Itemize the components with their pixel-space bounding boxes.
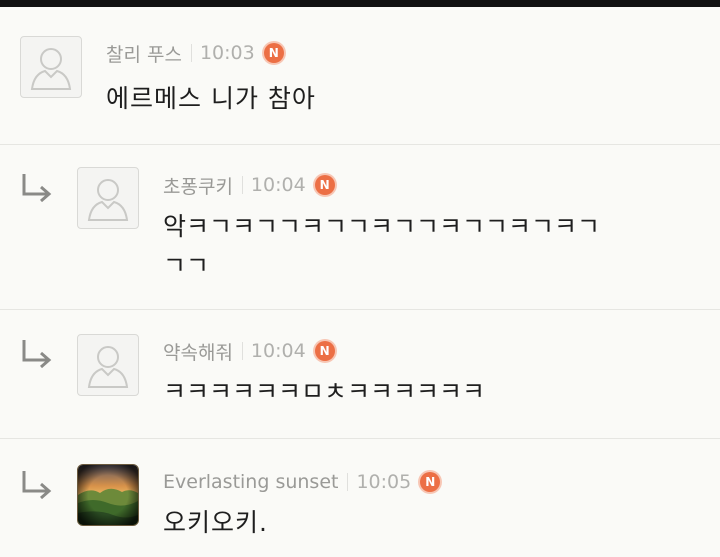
- reply-item: 초퐁쿠키 10:04 N 악ㅋㄱㅋㄱㄱㅋㄱㄱㅋㄱㄱㅋㄱㄱㅋㄱㅋㄱ ㄱㄱ: [0, 145, 720, 309]
- comment-time: 10:04: [250, 340, 306, 362]
- meta-divider: [347, 473, 349, 491]
- new-badge: N: [263, 43, 284, 63]
- comment-meta: 찰리 푸스 10:03 N: [106, 39, 284, 67]
- top-edge-bar: [0, 0, 720, 7]
- meta-divider: [241, 342, 243, 360]
- comment-text: 에르메스 니가 참아: [106, 84, 316, 113]
- comment-time: 10:04: [250, 174, 306, 196]
- reply-arrow-icon: [22, 471, 52, 499]
- comment-item: 찰리 푸스 10:03 N 에르메스 니가 참아: [0, 8, 720, 144]
- comment-text-line: 악ㅋㄱㅋㄱㄱㅋㄱㄱㅋㄱㄱㅋㄱㄱㅋㄱㅋㄱ: [163, 212, 601, 241]
- new-badge: N: [314, 175, 335, 195]
- comment-text: 악ㅋㄱㅋㄱㄱㅋㄱㄱㅋㄱㄱㅋㄱㄱㅋㄱㅋㄱ ㄱㄱ: [163, 210, 703, 283]
- reply-arrow-icon: [22, 174, 52, 202]
- comment-text: ㅋㅋㅋㅋㅋㅋㅁㅊㅋㅋㅋㅋㅋㅋ: [163, 377, 486, 406]
- default-avatar-icon[interactable]: [20, 36, 82, 98]
- meta-divider: [190, 44, 192, 62]
- comment-meta: 약속해줘 10:04 N: [163, 337, 335, 365]
- new-badge: N: [314, 341, 335, 361]
- reply-arrow-icon: [22, 340, 52, 368]
- author-name[interactable]: Everlasting sunset: [163, 471, 338, 493]
- comment-text: 오키오키.: [163, 508, 268, 537]
- author-name[interactable]: 초퐁쿠키: [163, 172, 233, 199]
- comment-meta: 초퐁쿠키 10:04 N: [163, 171, 335, 199]
- default-avatar-icon[interactable]: [77, 334, 139, 396]
- author-name[interactable]: 약속해줘: [163, 338, 233, 365]
- author-name[interactable]: 찰리 푸스: [106, 40, 182, 67]
- default-avatar-icon[interactable]: [77, 167, 139, 229]
- sunset-photo-avatar[interactable]: [77, 464, 139, 526]
- comment-text-line: ㄱㄱ: [163, 251, 210, 280]
- reply-item: 약속해줘 10:04 N ㅋㅋㅋㅋㅋㅋㅁㅊㅋㅋㅋㅋㅋㅋ: [0, 310, 720, 438]
- comment-meta: Everlasting sunset 10:05 N: [163, 468, 441, 496]
- new-badge: N: [420, 472, 441, 492]
- meta-divider: [241, 176, 243, 194]
- comment-time: 10:03: [199, 42, 255, 64]
- reply-item: Everlasting sunset 10:05 N 오키오키.: [0, 439, 720, 557]
- comment-time: 10:05: [356, 471, 412, 493]
